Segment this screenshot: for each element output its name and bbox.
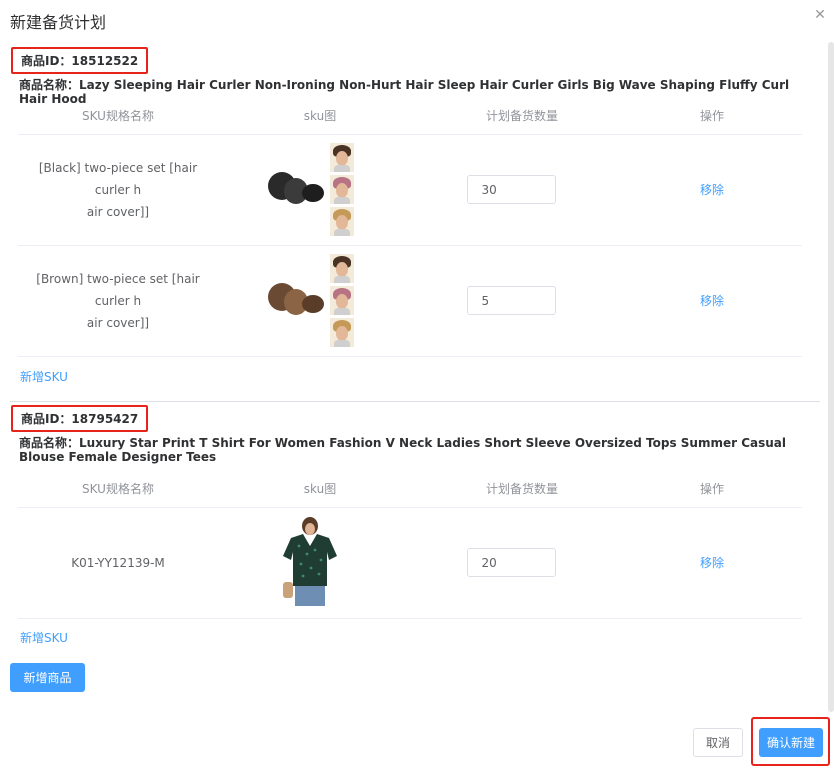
action-cell: 移除	[622, 507, 802, 619]
add-sku-link[interactable]: 新增SKU	[20, 368, 68, 385]
confirm-button-highlight: 确认新建	[751, 717, 830, 766]
sku-name-line: air cover]]	[86, 204, 150, 219]
planned-qty-input[interactable]	[466, 286, 556, 315]
remove-link[interactable]: 移除	[700, 294, 724, 308]
remove-link[interactable]: 移除	[700, 556, 724, 570]
hair-curler-photo	[266, 168, 328, 212]
col-action: 操作	[622, 471, 802, 508]
sku-table: SKU规格名称 sku图 计划备货数量 操作 [Black] two-piece…	[18, 98, 802, 357]
dialog-scrollbar[interactable]	[828, 42, 834, 712]
sku-name-cell: K01-YY12139-M	[18, 507, 218, 619]
action-cell: 移除	[622, 134, 802, 246]
sku-image-cell	[218, 245, 422, 357]
black-hair-curler-image	[266, 143, 354, 236]
sku-name-line: air cover]]	[86, 315, 150, 330]
confirm-create-button[interactable]: 确认新建	[759, 728, 823, 757]
sku-image-cell	[218, 507, 422, 619]
add-product-button[interactable]: 新增商品	[10, 663, 85, 692]
col-action: 操作	[622, 98, 802, 135]
sku-name-line: [Black] two-piece set [hair curler h	[38, 160, 198, 197]
product-id: 商品ID：18512522	[21, 54, 139, 68]
product-id-highlight: 商品ID：18512522	[11, 47, 149, 74]
new-stock-plan-dialog: 新建备货计划 ✕ 商品ID：18512522 商品名称：Lazy Sleepin…	[0, 0, 834, 770]
product-name: 商品名称：Luxury Star Print T Shirt For Women…	[19, 436, 787, 464]
sku-name-line: [Brown] two-piece set [hair curler h	[36, 271, 200, 308]
col-sku-image: sku图	[218, 471, 422, 508]
product-id: 商品ID：18795427	[21, 412, 139, 426]
col-sku-name: SKU规格名称	[18, 98, 218, 135]
sku-name-line: K01-YY12139-M	[71, 555, 165, 570]
col-sku-image: sku图	[218, 98, 422, 135]
sku-name-cell: [Brown] two-piece set [hair curler h air…	[18, 245, 218, 357]
tshirt-photo	[279, 516, 341, 606]
close-icon[interactable]: ✕	[813, 8, 827, 22]
model-photos	[330, 254, 354, 347]
table-row: K01-YY12139-M 20 移除	[18, 507, 802, 619]
table-row: [Brown] two-piece set [hair curler h air…	[18, 245, 802, 357]
remove-link[interactable]: 移除	[700, 183, 724, 197]
sku-name-cell: [Black] two-piece set [hair curler h air…	[18, 134, 218, 246]
cancel-button[interactable]: 取消	[693, 728, 743, 757]
brown-hair-curler-image	[266, 254, 354, 347]
col-sku-name: SKU规格名称	[18, 471, 218, 508]
dialog-title: 新建备货计划	[10, 13, 107, 32]
sku-table: SKU规格名称 sku图 计划备货数量 操作 K01-YY12139-M 20 …	[18, 471, 802, 619]
green-tshirt-image	[279, 516, 341, 606]
hair-curler-photo	[266, 279, 328, 323]
qty-cell	[422, 245, 622, 357]
qty-cell	[422, 134, 622, 246]
add-sku-link[interactable]: 新增SKU	[20, 629, 68, 646]
planned-qty-input[interactable]	[466, 548, 556, 577]
model-photos	[330, 143, 354, 236]
product-id-highlight: 商品ID：18795427	[11, 405, 149, 432]
col-planned-qty: 计划备货数量	[422, 98, 622, 135]
col-planned-qty: 计划备货数量	[422, 471, 622, 508]
action-cell: 移除	[622, 245, 802, 357]
product-divider	[10, 401, 820, 402]
qty-cell	[422, 507, 622, 619]
planned-qty-input[interactable]	[466, 175, 556, 204]
table-row: [Black] two-piece set [hair curler h air…	[18, 134, 802, 246]
sku-image-cell	[218, 134, 422, 246]
